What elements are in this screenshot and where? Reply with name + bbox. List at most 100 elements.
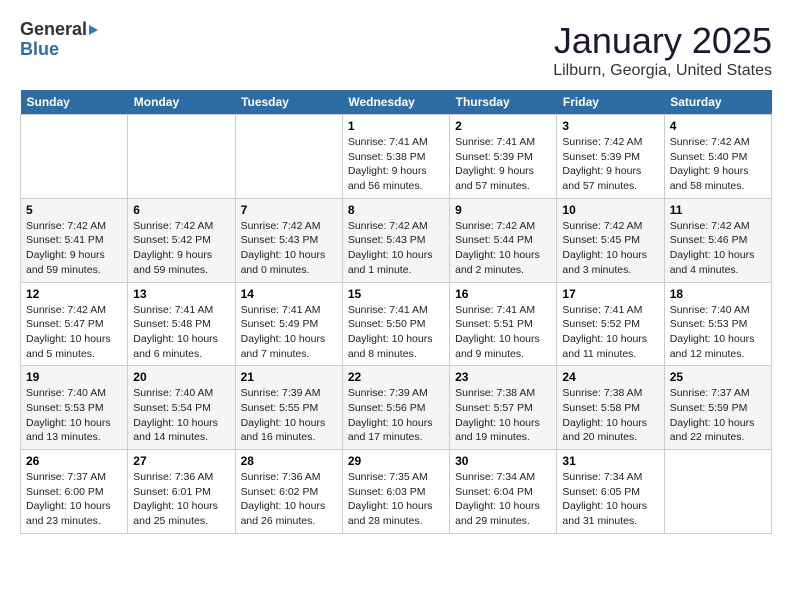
cell-text: Sunrise: 7:41 AM bbox=[241, 303, 337, 318]
cell-text: Sunrise: 7:42 AM bbox=[348, 219, 444, 234]
header-thursday: Thursday bbox=[450, 90, 557, 115]
cell-text: Daylight: 10 hours and 19 minutes. bbox=[455, 416, 551, 445]
table-row: 26Sunrise: 7:37 AMSunset: 6:00 PMDayligh… bbox=[21, 450, 128, 534]
cell-text: Sunset: 5:49 PM bbox=[241, 317, 337, 332]
calendar-header-row: Sunday Monday Tuesday Wednesday Thursday… bbox=[21, 90, 772, 115]
table-row: 24Sunrise: 7:38 AMSunset: 5:58 PMDayligh… bbox=[557, 366, 664, 450]
day-number: 24 bbox=[562, 370, 658, 384]
cell-text: Sunrise: 7:42 AM bbox=[133, 219, 229, 234]
cell-text: Sunset: 5:57 PM bbox=[455, 401, 551, 416]
cell-text: Sunrise: 7:37 AM bbox=[670, 386, 766, 401]
cell-text: Sunset: 5:40 PM bbox=[670, 150, 766, 165]
cell-text: Daylight: 10 hours and 8 minutes. bbox=[348, 332, 444, 361]
cell-text: Sunset: 6:01 PM bbox=[133, 485, 229, 500]
cell-text: Sunrise: 7:41 AM bbox=[455, 135, 551, 150]
table-row bbox=[21, 115, 128, 199]
cell-text: Sunset: 5:47 PM bbox=[26, 317, 122, 332]
cell-text: Sunrise: 7:41 AM bbox=[562, 303, 658, 318]
table-row: 22Sunrise: 7:39 AMSunset: 5:56 PMDayligh… bbox=[342, 366, 449, 450]
table-row: 23Sunrise: 7:38 AMSunset: 5:57 PMDayligh… bbox=[450, 366, 557, 450]
cell-text: Sunset: 5:53 PM bbox=[670, 317, 766, 332]
table-row: 9Sunrise: 7:42 AMSunset: 5:44 PMDaylight… bbox=[450, 198, 557, 282]
cell-text: Sunrise: 7:42 AM bbox=[26, 219, 122, 234]
cell-text: Sunrise: 7:40 AM bbox=[133, 386, 229, 401]
table-row: 12Sunrise: 7:42 AMSunset: 5:47 PMDayligh… bbox=[21, 282, 128, 366]
cell-text: Daylight: 10 hours and 5 minutes. bbox=[26, 332, 122, 361]
cell-text: Daylight: 10 hours and 0 minutes. bbox=[241, 248, 337, 277]
cell-text: Sunrise: 7:34 AM bbox=[455, 470, 551, 485]
day-number: 14 bbox=[241, 287, 337, 301]
day-number: 16 bbox=[455, 287, 551, 301]
table-row: 1Sunrise: 7:41 AMSunset: 5:38 PMDaylight… bbox=[342, 115, 449, 199]
table-row: 15Sunrise: 7:41 AMSunset: 5:50 PMDayligh… bbox=[342, 282, 449, 366]
cell-text: Daylight: 9 hours and 57 minutes. bbox=[455, 164, 551, 193]
cell-text: Daylight: 10 hours and 17 minutes. bbox=[348, 416, 444, 445]
day-number: 2 bbox=[455, 119, 551, 133]
cell-text: Sunset: 5:48 PM bbox=[133, 317, 229, 332]
cell-text: Sunset: 5:43 PM bbox=[241, 233, 337, 248]
day-number: 29 bbox=[348, 454, 444, 468]
cell-text: Daylight: 10 hours and 6 minutes. bbox=[133, 332, 229, 361]
day-number: 26 bbox=[26, 454, 122, 468]
day-number: 31 bbox=[562, 454, 658, 468]
header-tuesday: Tuesday bbox=[235, 90, 342, 115]
cell-text: Sunrise: 7:36 AM bbox=[133, 470, 229, 485]
cell-text: Daylight: 10 hours and 25 minutes. bbox=[133, 499, 229, 528]
cell-text: Daylight: 10 hours and 23 minutes. bbox=[26, 499, 122, 528]
cell-text: Sunset: 5:39 PM bbox=[562, 150, 658, 165]
table-row: 19Sunrise: 7:40 AMSunset: 5:53 PMDayligh… bbox=[21, 366, 128, 450]
cell-text: Sunset: 5:44 PM bbox=[455, 233, 551, 248]
cell-text: Sunset: 5:51 PM bbox=[455, 317, 551, 332]
cell-text: Sunset: 5:59 PM bbox=[670, 401, 766, 416]
table-row: 31Sunrise: 7:34 AMSunset: 6:05 PMDayligh… bbox=[557, 450, 664, 534]
cell-text: Sunset: 6:03 PM bbox=[348, 485, 444, 500]
cell-text: Sunrise: 7:39 AM bbox=[348, 386, 444, 401]
title-block: January 2025 Lilburn, Georgia, United St… bbox=[553, 20, 772, 80]
day-number: 9 bbox=[455, 203, 551, 217]
cell-text: Sunset: 6:02 PM bbox=[241, 485, 337, 500]
day-number: 17 bbox=[562, 287, 658, 301]
cell-text: Sunrise: 7:39 AM bbox=[241, 386, 337, 401]
subtitle: Lilburn, Georgia, United States bbox=[553, 62, 772, 80]
calendar-week-row: 12Sunrise: 7:42 AMSunset: 5:47 PMDayligh… bbox=[21, 282, 772, 366]
calendar-week-row: 5Sunrise: 7:42 AMSunset: 5:41 PMDaylight… bbox=[21, 198, 772, 282]
logo-blue-text: Blue bbox=[20, 40, 59, 60]
table-row: 7Sunrise: 7:42 AMSunset: 5:43 PMDaylight… bbox=[235, 198, 342, 282]
header-wednesday: Wednesday bbox=[342, 90, 449, 115]
day-number: 13 bbox=[133, 287, 229, 301]
cell-text: Sunset: 5:55 PM bbox=[241, 401, 337, 416]
header-saturday: Saturday bbox=[664, 90, 771, 115]
cell-text: Daylight: 10 hours and 12 minutes. bbox=[670, 332, 766, 361]
day-number: 30 bbox=[455, 454, 551, 468]
table-row: 16Sunrise: 7:41 AMSunset: 5:51 PMDayligh… bbox=[450, 282, 557, 366]
cell-text: Sunset: 5:41 PM bbox=[26, 233, 122, 248]
cell-text: Sunset: 5:45 PM bbox=[562, 233, 658, 248]
cell-text: Sunset: 6:05 PM bbox=[562, 485, 658, 500]
header-monday: Monday bbox=[128, 90, 235, 115]
cell-text: Daylight: 9 hours and 59 minutes. bbox=[133, 248, 229, 277]
table-row: 6Sunrise: 7:42 AMSunset: 5:42 PMDaylight… bbox=[128, 198, 235, 282]
day-number: 27 bbox=[133, 454, 229, 468]
cell-text: Daylight: 10 hours and 4 minutes. bbox=[670, 248, 766, 277]
cell-text: Sunrise: 7:41 AM bbox=[348, 135, 444, 150]
cell-text: Daylight: 9 hours and 58 minutes. bbox=[670, 164, 766, 193]
cell-text: Sunrise: 7:38 AM bbox=[562, 386, 658, 401]
cell-text: Daylight: 10 hours and 3 minutes. bbox=[562, 248, 658, 277]
cell-text: Sunset: 5:50 PM bbox=[348, 317, 444, 332]
cell-text: Daylight: 10 hours and 22 minutes. bbox=[670, 416, 766, 445]
cell-text: Sunset: 5:56 PM bbox=[348, 401, 444, 416]
cell-text: Sunrise: 7:38 AM bbox=[455, 386, 551, 401]
cell-text: Sunrise: 7:34 AM bbox=[562, 470, 658, 485]
day-number: 6 bbox=[133, 203, 229, 217]
cell-text: Sunrise: 7:40 AM bbox=[26, 386, 122, 401]
cell-text: Sunrise: 7:41 AM bbox=[455, 303, 551, 318]
cell-text: Daylight: 10 hours and 14 minutes. bbox=[133, 416, 229, 445]
table-row: 28Sunrise: 7:36 AMSunset: 6:02 PMDayligh… bbox=[235, 450, 342, 534]
cell-text: Sunset: 6:00 PM bbox=[26, 485, 122, 500]
day-number: 19 bbox=[26, 370, 122, 384]
table-row: 14Sunrise: 7:41 AMSunset: 5:49 PMDayligh… bbox=[235, 282, 342, 366]
logo-general-text: General bbox=[20, 20, 87, 40]
calendar-week-row: 19Sunrise: 7:40 AMSunset: 5:53 PMDayligh… bbox=[21, 366, 772, 450]
cell-text: Daylight: 9 hours and 59 minutes. bbox=[26, 248, 122, 277]
table-row: 21Sunrise: 7:39 AMSunset: 5:55 PMDayligh… bbox=[235, 366, 342, 450]
